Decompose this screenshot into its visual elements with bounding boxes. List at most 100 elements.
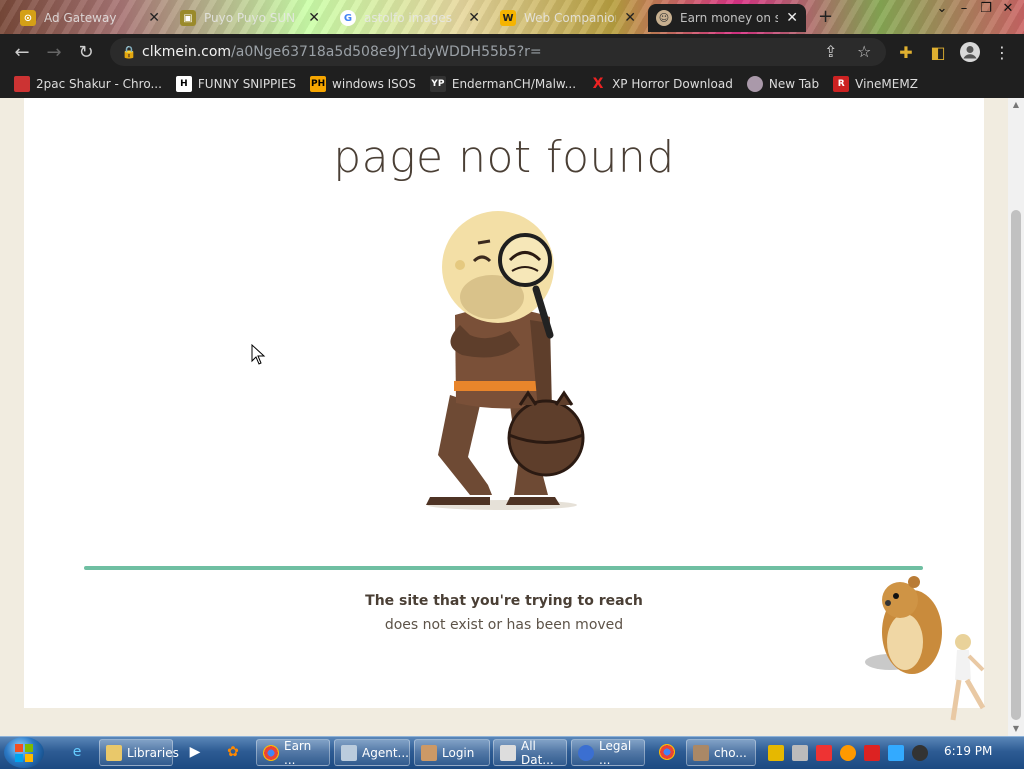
bookmark-favicon-icon: PH	[310, 76, 327, 92]
bookmark-favicon-icon: YP	[429, 76, 446, 92]
tab-astolfo-images[interactable]: G astolfo images ✕	[332, 4, 488, 32]
close-tab-icon[interactable]: ✕	[468, 10, 480, 26]
tab-title: Earn money on s	[680, 11, 779, 25]
taskbar-item-cho[interactable]: cho...	[686, 739, 756, 766]
menu-kebab-icon[interactable]: ⋮	[990, 40, 1014, 64]
tab-strip: ⊙ Ad Gateway ✕ ▣ Puyo Puyo SUN ✕ G astol…	[0, 0, 1024, 34]
bookmark-label: EndermanCH/Malw...	[451, 77, 577, 91]
close-tab-icon[interactable]: ✕	[624, 10, 636, 26]
side-panel-icon[interactable]: ◧	[926, 40, 950, 64]
tab-favicon-icon: W	[500, 10, 516, 26]
bookmark-item[interactable]: 2pac Shakur - Chro...	[14, 76, 162, 92]
bookmark-favicon-icon	[14, 76, 30, 92]
app-window-icon	[421, 744, 437, 761]
start-button[interactable]	[4, 737, 44, 768]
tray-app-icon[interactable]	[840, 744, 856, 761]
close-window-icon[interactable]: ✕	[996, 0, 1020, 18]
taskbar-clock[interactable]: 6:19 PM	[944, 744, 992, 758]
new-tab-button[interactable]: +	[818, 6, 833, 27]
address-path: /a0Nge63718a5d508e9JY1dyWDDH55b5?r=	[231, 44, 542, 60]
bookmark-favicon-icon: H	[175, 76, 192, 92]
forward-arrow-icon[interactable]: →	[38, 36, 70, 68]
bookmark-label: 2pac Shakur - Chro...	[36, 77, 162, 91]
scrollbar-thumb[interactable]	[1011, 210, 1021, 720]
internet-explorer-icon[interactable]: e	[66, 741, 88, 763]
scroll-up-arrow-icon[interactable]: ▲	[1010, 100, 1022, 110]
tray-app-icon[interactable]	[768, 744, 784, 761]
address-host: clkmein.com	[142, 44, 232, 60]
taskbar-item-legal[interactable]: Legal ...	[571, 738, 645, 767]
tray-app-icon[interactable]	[792, 744, 808, 761]
minimize-icon[interactable]: –	[952, 0, 976, 18]
app-icon[interactable]: ✿	[222, 741, 244, 763]
app-window-icon	[341, 744, 357, 761]
tray-volume-icon[interactable]	[912, 744, 928, 761]
close-tab-icon[interactable]: ✕	[786, 10, 798, 26]
chrome-pinned-icon[interactable]	[656, 741, 678, 763]
bookmark-star-icon[interactable]: ☆	[857, 42, 871, 61]
folder-icon	[106, 744, 122, 761]
tray-app-icon[interactable]	[816, 744, 832, 761]
bookmark-favicon-icon	[746, 76, 763, 92]
mouse-cursor-icon	[251, 344, 266, 365]
taskbar-item-label: Libraries	[127, 745, 179, 760]
bookmark-item[interactable]: New Tab	[746, 76, 820, 92]
media-player-icon[interactable]: ▶	[184, 741, 206, 763]
tab-title: Web Companion	[524, 11, 617, 25]
address-bar[interactable]: 🔒 clkmein.com/a0Nge63718a5d508e9JY1dyWDD…	[110, 38, 886, 66]
bookmark-item[interactable]: H FUNNY SNIPPIES	[175, 76, 297, 92]
app-window-icon	[693, 744, 709, 761]
divider-line	[84, 566, 923, 570]
error-message-line2: does not exist or has been moved	[384, 617, 624, 633]
taskbar-item-earn[interactable]: Earn ...	[256, 738, 330, 767]
taskbar-item-label: All Dat...	[521, 738, 554, 767]
tab-title: Puyo Puyo SUN	[204, 11, 296, 25]
taskbar-item-libraries[interactable]: Libraries	[99, 739, 179, 766]
dancer-overlay-image	[950, 634, 986, 721]
lock-icon[interactable]: 🔒	[116, 45, 142, 59]
tab-puyo-puyo[interactable]: ▣ Puyo Puyo SUN ✕	[172, 4, 328, 32]
extensions-puzzle-icon[interactable]: ✚	[894, 40, 918, 64]
close-tab-icon[interactable]: ✕	[308, 10, 320, 26]
tab-earn-money[interactable]: ☺ Earn money on s ✕	[648, 4, 806, 32]
windows-logo-icon	[15, 743, 33, 762]
taskbar-item-agent[interactable]: Agent...	[334, 739, 410, 766]
taskbar-item-login[interactable]: Login	[414, 739, 490, 766]
bookmark-label: XP Horror Download	[612, 77, 733, 91]
back-arrow-icon[interactable]: ←	[6, 36, 38, 68]
taskbar-item-all-data[interactable]: All Dat...	[493, 738, 567, 767]
tab-favicon-icon: ⊙	[20, 10, 36, 26]
taskbar-item-label: Agent...	[362, 745, 409, 760]
tab-title: astolfo images	[364, 11, 452, 25]
bookmark-item[interactable]: PH windows ISOS	[310, 76, 416, 92]
detective-illustration	[426, 211, 585, 510]
tab-ad-gateway[interactable]: ⊙ Ad Gateway ✕	[12, 4, 168, 32]
chevron-down-icon[interactable]: ⌄	[930, 0, 954, 18]
restore-icon[interactable]: ❐	[974, 0, 998, 18]
bookmark-favicon-icon: X	[592, 76, 604, 92]
bookmark-item[interactable]: YP EndermanCH/Malw...	[429, 76, 577, 92]
bookmark-item[interactable]: R VineMEMZ	[833, 76, 918, 92]
share-icon[interactable]: ⇪	[824, 42, 837, 61]
bookmark-item[interactable]: X XP Horror Download	[590, 76, 733, 92]
tab-favicon-icon: ☺	[656, 10, 672, 26]
reload-icon[interactable]: ↻	[70, 36, 102, 68]
taskbar-item-label: Legal ...	[599, 738, 632, 767]
bookmark-label: New Tab	[768, 77, 820, 91]
bookmark-label: FUNNY SNIPPIES	[197, 77, 297, 91]
app-window-icon	[578, 744, 594, 761]
scroll-down-arrow-icon[interactable]: ▼	[1010, 724, 1022, 734]
tray-network-icon[interactable]	[888, 744, 904, 761]
tray-flag-icon[interactable]	[864, 744, 880, 761]
page-title: page not found	[333, 132, 675, 183]
taskbar-item-label: cho...	[714, 745, 747, 760]
bookmark-label: windows ISOS	[332, 77, 416, 91]
tab-title: Ad Gateway	[44, 11, 117, 25]
bookmark-favicon-icon: R	[833, 76, 850, 92]
taskbar-item-label: Earn ...	[284, 738, 312, 767]
tab-web-companion[interactable]: W Web Companion ✕	[492, 4, 644, 32]
profile-avatar-icon[interactable]	[958, 40, 982, 64]
google-icon: G	[340, 10, 356, 26]
hamster-overlay-image	[865, 576, 942, 674]
close-tab-icon[interactable]: ✕	[148, 10, 160, 26]
